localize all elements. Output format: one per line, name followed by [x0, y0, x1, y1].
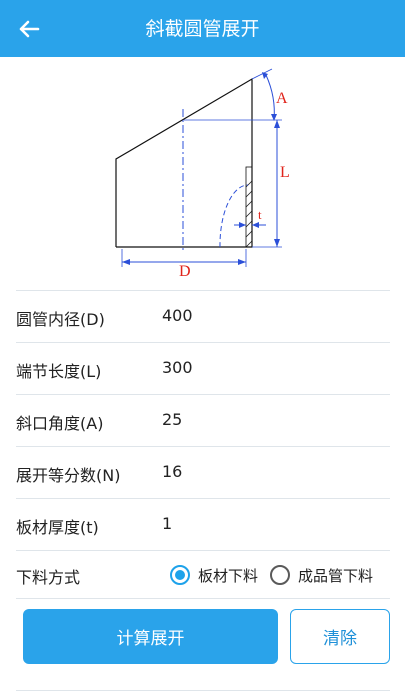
divisions-row: 展开等分数(N) 16: [0, 447, 405, 499]
divisions-label: 展开等分数(N): [16, 466, 121, 485]
thickness-strip: [245, 166, 253, 248]
pipe-outline: [115, 77, 253, 248]
app-bar: 斜截圆管展开: [0, 0, 405, 57]
diameter-label: 圆管内径(D): [16, 310, 105, 329]
radio-sheet-option[interactable]: 板材下料: [170, 563, 258, 587]
angle-arc: [265, 74, 275, 121]
divisions-input[interactable]: 16: [162, 462, 182, 481]
pipe-diagram: A L t D: [115, 68, 290, 280]
hatch-lines: [245, 180, 253, 248]
radio-unchecked-icon[interactable]: [270, 565, 290, 585]
angle-row: 斜口角度(A) 25: [0, 395, 405, 447]
length-label: 端节长度(L): [16, 362, 102, 381]
label-d: D: [179, 263, 191, 280]
radio-pipe-label: 成品管下料: [298, 566, 374, 585]
page-title: 斜截圆管展开: [145, 18, 260, 40]
radio-sheet-label: 板材下料: [198, 566, 259, 585]
length-input[interactable]: 300: [162, 358, 193, 377]
thickness-label: 板材厚度(t): [16, 518, 99, 537]
label-l: L: [280, 164, 290, 181]
radio-checked-icon[interactable]: [170, 565, 190, 585]
label-t: t: [258, 207, 262, 222]
thickness-input[interactable]: 1: [162, 514, 172, 533]
angle-input[interactable]: 25: [162, 410, 182, 429]
section-arc: [219, 184, 249, 248]
angle-label: 斜口角度(A): [16, 414, 104, 433]
divider: [16, 598, 390, 599]
clear-button[interactable]: 清除: [290, 609, 390, 664]
method-label: 下料方式: [16, 568, 81, 587]
radio-pipe-option[interactable]: 成品管下料: [270, 563, 373, 587]
diameter-input[interactable]: 400: [162, 306, 193, 325]
calculate-button[interactable]: 计算展开: [23, 609, 278, 664]
length-row: 端节长度(L) 300: [0, 343, 405, 395]
divider: [16, 690, 390, 691]
thickness-row: 板材厚度(t) 1: [0, 499, 405, 551]
label-a: A: [276, 90, 288, 107]
diameter-row: 圆管内径(D) 400: [0, 291, 405, 343]
